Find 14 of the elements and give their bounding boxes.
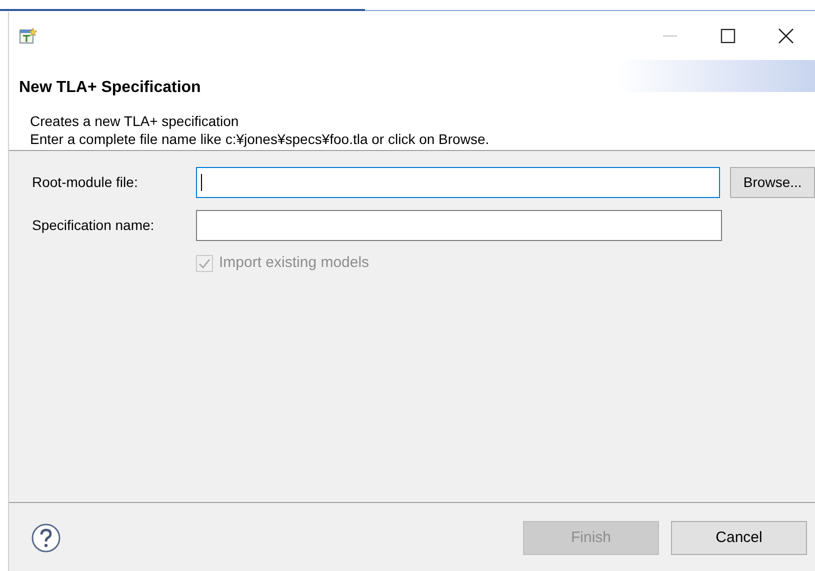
input-field[interactable]: [196, 166, 720, 198]
description-text: Creates a new TLA+ specification: [30, 112, 240, 130]
field-label: Specification name:: [31, 216, 156, 235]
field-label: Root-module file:: [31, 172, 139, 192]
page-title: New TLA+ Specification: [19, 78, 201, 98]
dialog-button[interactable]: Cancel: [671, 521, 807, 555]
checkbox-label: Import existing models: [219, 252, 370, 273]
browse-button[interactable]: Browse...: [730, 166, 815, 198]
input-field[interactable]: [196, 210, 722, 240]
description-text: Enter a complete file name like c:¥jones¥specs¥foo.tla or click on Browse.: [30, 130, 490, 148]
help-icon[interactable]: [31, 523, 61, 553]
close-icon[interactable]: [776, 27, 796, 45]
maximize-icon[interactable]: [718, 27, 738, 45]
wizard-icon: [19, 27, 37, 45]
